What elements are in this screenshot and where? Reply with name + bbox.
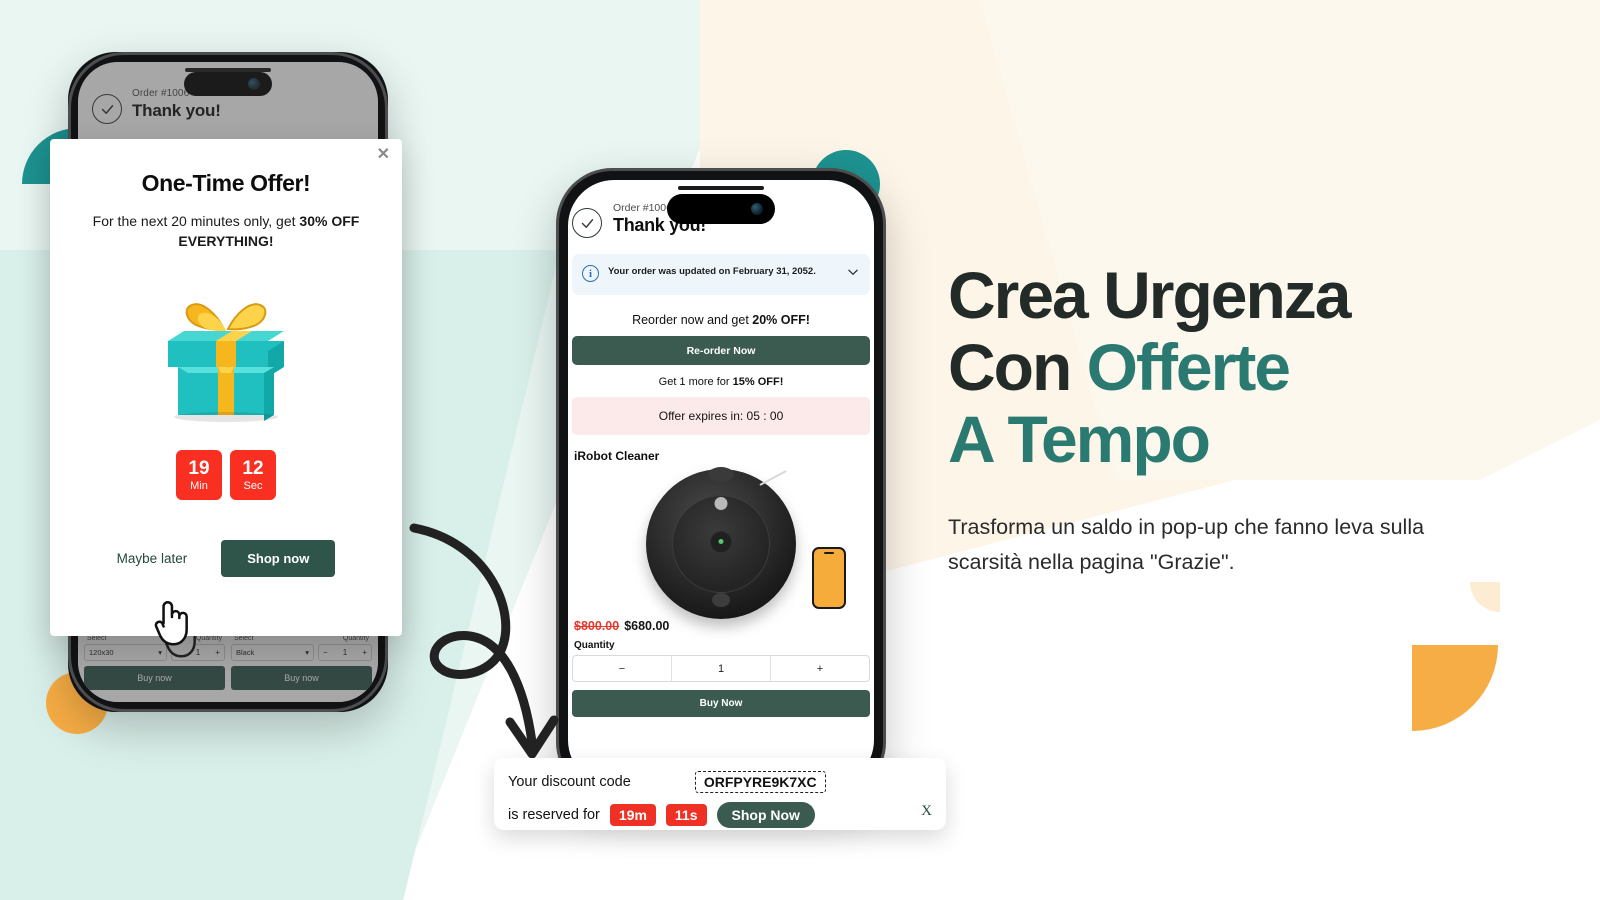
info-icon: i (582, 265, 599, 282)
robot-antenna (759, 470, 787, 486)
timer-seconds: 12 Sec (230, 450, 276, 501)
timer-minutes-unit: Min (190, 479, 208, 492)
center-phone-mockup: Order #1006 Thank you! i Your order was … (556, 168, 886, 798)
upsell-headline: Get 1 more for 15% OFF! (568, 376, 874, 388)
buy-now-button[interactable]: Buy Now (572, 690, 870, 717)
discount-code-bar: Your discount code ORFPYRE9K7XC is reser… (494, 758, 946, 830)
shop-now-button[interactable]: Shop Now (716, 802, 815, 828)
robot-dock-button (712, 593, 730, 607)
curved-arrow-icon (409, 523, 559, 759)
discount-timer-row: is reserved for 19m 11s Shop Now (508, 800, 932, 830)
quantity-value: 1 (717, 662, 725, 675)
close-icon[interactable]: ✕ (377, 147, 390, 163)
robot-vacuum-icon (568, 465, 874, 619)
upsell-headline-bold: 15% OFF! (732, 376, 784, 388)
product-price: $800.00 $680.00 (574, 619, 874, 633)
headline-line-2-plain: Con (948, 330, 1087, 404)
pointer-hand-icon (152, 596, 194, 648)
robot-led (718, 539, 724, 544)
phone-speaker (678, 186, 764, 190)
reserved-for-label: is reserved for (508, 807, 600, 823)
robot-bumper (708, 467, 734, 482)
maybe-later-link[interactable]: Maybe later (117, 551, 188, 566)
headline-line-2: Con Offerte (948, 334, 1548, 400)
popup-subtitle: For the next 20 minutes only, get 30% OF… (76, 212, 376, 251)
reorder-headline: Reorder now and get 20% OFF! (568, 313, 874, 327)
increment-button[interactable]: + (771, 663, 869, 675)
center-phone-screen: Order #1006 Thank you! i Your order was … (568, 180, 874, 786)
offer-expiry-banner: Offer expires in: 05 : 00 (572, 397, 870, 435)
reorder-now-button[interactable]: Re-order Now (572, 336, 870, 365)
chevron-down-icon[interactable] (846, 265, 860, 284)
gift-box-icon (146, 289, 306, 424)
timer-seconds-value: 12 (242, 457, 264, 479)
close-icon[interactable]: X (921, 803, 932, 820)
timer-minutes-chip: 19m (609, 804, 656, 826)
timer-seconds-chip: 11s (665, 804, 707, 826)
shop-now-button[interactable]: Shop now (221, 540, 336, 578)
discount-code-row: Your discount code ORFPYRE9K7XC (508, 767, 932, 797)
quantity-label: Quantity (574, 640, 615, 651)
popup-actions: Maybe later Shop now (50, 540, 402, 578)
timer-seconds-unit: Sec (243, 479, 263, 492)
check-icon (572, 208, 602, 238)
popup-title: One-Time Offer! (141, 170, 311, 196)
discount-code-value[interactable]: ORFPYRE9K7XC (694, 771, 826, 793)
price-discounted: $680.00 (624, 619, 670, 633)
order-update-notice[interactable]: i Your order was updated on February 31,… (572, 254, 870, 295)
quantity-stepper[interactable]: − 1 + (572, 655, 870, 682)
reorder-headline-plain: Reorder now and get (632, 313, 753, 327)
popup-subtitle-plain: For the next 20 minutes only, get (92, 213, 300, 229)
one-time-offer-popup: ✕ One-Time Offer! For the next 20 minute… (50, 139, 402, 636)
discount-code-label: Your discount code (508, 774, 631, 790)
robot-vacuum-body (646, 467, 796, 619)
subheading-text: Trasforma un saldo in pop-up che fanno l… (948, 515, 1425, 574)
headline-line-3: A Tempo (948, 402, 1211, 476)
product-title: iRobot Cleaner (574, 449, 660, 463)
companion-phone-icon (812, 547, 846, 609)
headline-line-2-accent: Offerte (1086, 330, 1291, 404)
order-update-text: Your order was updated on February 31, 2… (608, 266, 816, 277)
countdown-timer: 19 Min 12 Sec (50, 450, 402, 501)
reorder-headline-bold: 20% OFF! (752, 313, 810, 327)
timer-minutes-value: 19 (188, 457, 210, 479)
robot-clean-button (714, 497, 728, 510)
page-title: Crea Urgenza Con Offerte A Tempo (948, 262, 1548, 472)
front-camera-icon (751, 203, 763, 215)
headline-line-1: Crea Urgenza (948, 258, 1352, 332)
promo-banner: Order #1006 Thank you! Select Quantity 1… (0, 0, 1600, 900)
phone-notch (667, 194, 775, 224)
upsell-headline-plain: Get 1 more for (658, 376, 733, 388)
marketing-copy: Crea Urgenza Con Offerte A Tempo Trasfor… (948, 262, 1548, 580)
timer-minutes: 19 Min (176, 450, 222, 501)
